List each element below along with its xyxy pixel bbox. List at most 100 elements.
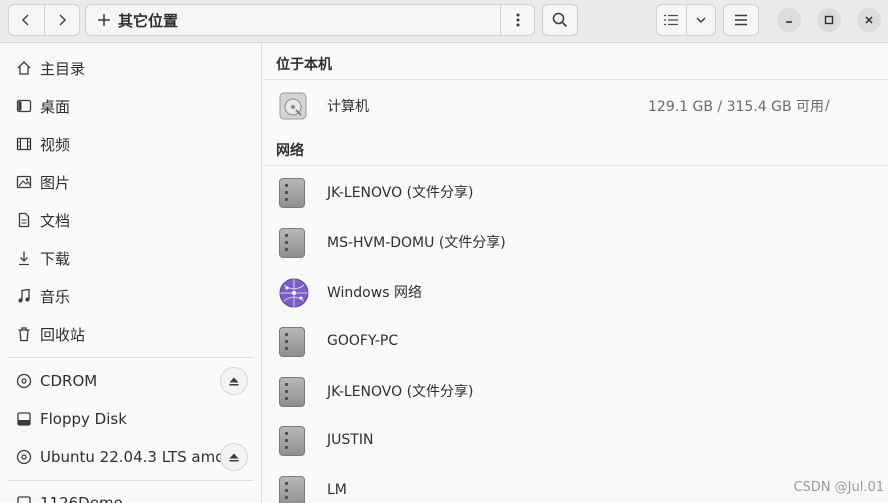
- network-server-icon: [279, 228, 307, 258]
- sidebar-item-label: 视频: [40, 135, 71, 154]
- sidebar-separator: [8, 480, 254, 481]
- sidebar-item-label: Floppy Disk: [40, 410, 127, 428]
- navigation-buttons: [8, 4, 80, 36]
- sidebar-item-home[interactable]: 主目录: [8, 50, 254, 86]
- maximize-button[interactable]: [817, 8, 841, 32]
- location-row-computer[interactable]: 计算机 129.1 GB / 315.4 GB 可用 /: [263, 82, 888, 130]
- sidebar-item-label: 图片: [40, 173, 71, 192]
- network-server-icon: [279, 426, 307, 456]
- back-button[interactable]: [9, 5, 44, 35]
- chevron-right-icon: [59, 14, 66, 26]
- list-view-icon: [664, 14, 679, 26]
- location-name: JUSTIN: [327, 432, 374, 448]
- location-row-network[interactable]: MS-HVM-DOMU (文件分享): [263, 218, 888, 266]
- download-icon: [8, 250, 40, 266]
- view-buttons: [656, 4, 716, 36]
- close-icon: [865, 16, 873, 24]
- section-title-on-this-computer: 位于本机: [276, 57, 332, 73]
- home-icon: [8, 60, 40, 76]
- network-workgroup-icon: [279, 278, 309, 308]
- minimize-button[interactable]: [777, 8, 801, 32]
- network-server-icon: [279, 327, 307, 357]
- location-name: GOOFY-PC: [327, 333, 399, 349]
- picture-icon: [8, 174, 40, 190]
- eject-icon: [229, 377, 239, 386]
- optical-disc-icon: [8, 373, 40, 389]
- close-button[interactable]: [857, 8, 881, 32]
- eject-button[interactable]: [220, 443, 248, 471]
- sidebar-item-ubuntu-disc[interactable]: Ubuntu 22.04.3 LTS amd64: [8, 439, 254, 475]
- maximize-icon: [824, 15, 834, 25]
- search-button[interactable]: [542, 4, 578, 36]
- watermark: CSDN @Jul.01: [793, 480, 884, 495]
- network-server-icon: [279, 178, 307, 208]
- sidebar-item-1126demo[interactable]: 1126Demo: [8, 485, 254, 503]
- search-icon: [552, 12, 568, 28]
- path-bar[interactable]: 其它位置: [85, 4, 535, 36]
- sidebar-item-videos[interactable]: 视频: [8, 126, 254, 162]
- sidebar-item-label: 文档: [40, 211, 71, 230]
- sidebar-item-label: CDROM: [40, 372, 98, 390]
- harddisk-icon: [279, 92, 307, 120]
- sidebar-separator: [8, 357, 254, 358]
- document-icon: [8, 212, 40, 228]
- sidebar-item-documents[interactable]: 文档: [8, 202, 254, 238]
- view-options-button[interactable]: [685, 5, 716, 35]
- sidebar-item-downloads[interactable]: 下载: [8, 240, 254, 276]
- video-icon: [8, 136, 40, 152]
- location-row-network[interactable]: JK-LENOVO (文件分享): [263, 168, 888, 216]
- sidebar-item-label: 回收站: [40, 325, 86, 344]
- chevron-left-icon: [22, 14, 29, 26]
- drive-icon: [8, 495, 40, 503]
- path-menu-button[interactable]: [500, 5, 534, 35]
- free-space-label: 129.1 GB / 315.4 GB 可用: [648, 99, 825, 115]
- sidebar-item-desktop[interactable]: 桌面: [8, 88, 254, 124]
- location-row-network[interactable]: Windows 网络: [263, 268, 888, 316]
- list-view-button[interactable]: [657, 5, 686, 35]
- section-divider: [263, 165, 888, 166]
- sidebar-item-label: 音乐: [40, 287, 71, 306]
- eject-button[interactable]: [220, 367, 248, 395]
- network-server-icon: [279, 476, 307, 503]
- desktop-icon: [8, 98, 40, 114]
- sidebar-item-label: 桌面: [40, 97, 71, 116]
- location-name: MS-HVM-DOMU (文件分享): [327, 235, 506, 251]
- vertical-dots-icon: [516, 13, 519, 27]
- sidebar-item-label: 主目录: [40, 59, 86, 78]
- main-menu-button[interactable]: [723, 4, 759, 36]
- sidebar-item-label: Ubuntu 22.04.3 LTS amd64: [40, 448, 244, 466]
- chevron-down-icon: [696, 17, 706, 23]
- sidebar-item-music[interactable]: 音乐: [8, 278, 254, 314]
- sidebar-item-pictures[interactable]: 图片: [8, 164, 254, 200]
- sidebar-item-label: 下载: [40, 249, 71, 268]
- trash-icon: [8, 326, 40, 342]
- location-row-network[interactable]: GOOFY-PC: [263, 317, 888, 365]
- hamburger-menu-icon: [735, 14, 747, 26]
- location-name: Windows 网络: [327, 285, 422, 301]
- minimize-icon: [786, 21, 792, 23]
- location-row-network[interactable]: JK-LENOVO (文件分享): [263, 367, 888, 415]
- sidebar-item-floppy-disk[interactable]: Floppy Disk: [8, 401, 254, 437]
- forward-button[interactable]: [43, 5, 80, 35]
- network-server-icon: [279, 377, 307, 407]
- sidebar-item-cdrom[interactable]: CDROM: [8, 363, 254, 399]
- location-name: 计算机: [327, 99, 369, 115]
- drive-icon: [8, 411, 40, 427]
- sidebar: 主目录 桌面 视频 图片 文档 下载 音乐 回收站 CDROM Floppy D…: [0, 44, 262, 503]
- plus-icon: [90, 13, 118, 27]
- eject-icon: [229, 453, 239, 462]
- path-current-location[interactable]: 其它位置: [118, 10, 178, 31]
- header-bar: 其它位置: [0, 0, 888, 43]
- location-name: JK-LENOVO (文件分享): [327, 185, 474, 201]
- other-locations-view: 位于本机 计算机 129.1 GB / 315.4 GB 可用 / 网络 JK-…: [263, 44, 888, 503]
- location-name: JK-LENOVO (文件分享): [327, 384, 474, 400]
- sidebar-item-trash[interactable]: 回收站: [8, 316, 254, 352]
- section-divider: [263, 79, 888, 80]
- location-row-network[interactable]: JUSTIN: [263, 416, 888, 464]
- music-icon: [8, 288, 40, 304]
- location-name: LM: [327, 482, 347, 498]
- mount-point-label: /: [825, 98, 830, 114]
- optical-disc-icon: [8, 449, 40, 465]
- section-title-networks: 网络: [276, 143, 304, 159]
- sidebar-item-label: 1126Demo: [40, 494, 123, 503]
